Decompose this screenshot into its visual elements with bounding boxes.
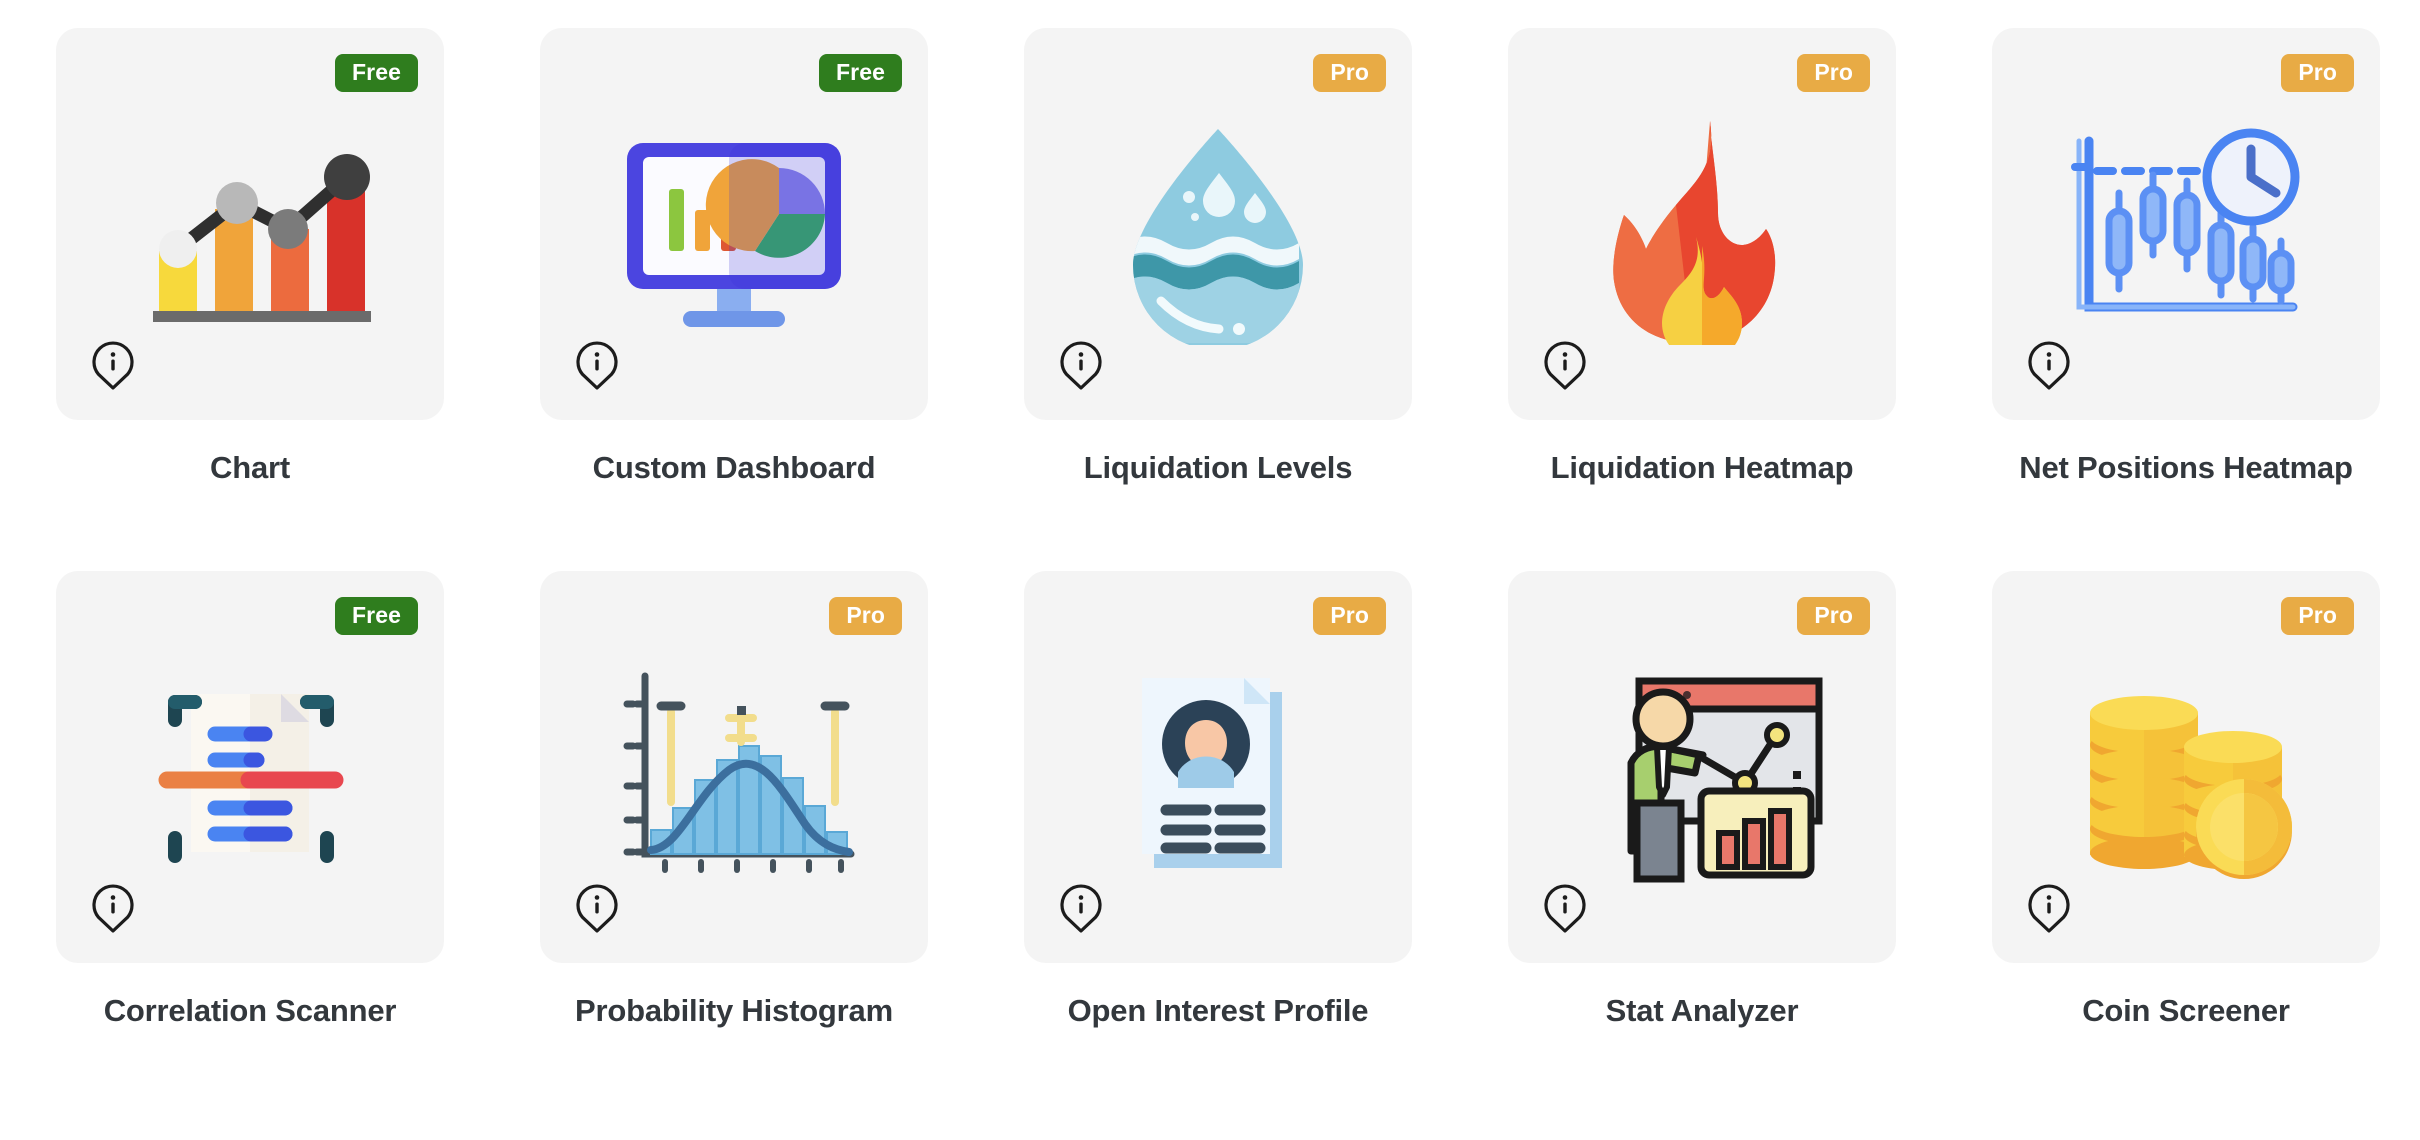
tool-title: Liquidation Heatmap: [1550, 450, 1854, 485]
badge-pro: Pro: [1797, 597, 1870, 635]
info-pin-icon[interactable]: [2026, 340, 2072, 390]
badge-pro: Pro: [2281, 597, 2354, 635]
badge-pro: Pro: [1313, 54, 1386, 92]
tool-title: Net Positions Heatmap: [2019, 450, 2353, 485]
water-droplet-icon: [1068, 105, 1368, 355]
badge-pro: Pro: [829, 597, 902, 635]
info-pin-icon[interactable]: [90, 883, 136, 933]
info-pin-icon[interactable]: [1542, 883, 1588, 933]
tool-cell: Pro Probability Histogram: [540, 571, 928, 1029]
profile-document-icon: [1068, 648, 1368, 898]
presenter-chart-icon: [1552, 648, 1852, 898]
badge-pro: Pro: [2281, 54, 2354, 92]
badge-pro: Pro: [1797, 54, 1870, 92]
info-pin-icon[interactable]: [574, 340, 620, 390]
info-pin-icon[interactable]: [1058, 883, 1104, 933]
tool-card[interactable]: Pro: [1508, 571, 1896, 963]
gold-coins-icon: [2036, 648, 2336, 898]
tool-card[interactable]: Pro: [1992, 28, 2380, 420]
candlestick-clock-icon: [2036, 105, 2336, 355]
info-pin-icon[interactable]: [574, 883, 620, 933]
tool-title: Chart: [210, 450, 290, 485]
tool-cell: Pro Net Positions Heatmap: [1992, 28, 2380, 486]
tool-card[interactable]: Pro: [1024, 28, 1412, 420]
document-scan-icon: [100, 648, 400, 898]
monitor-dashboard-icon: [584, 105, 884, 355]
tool-grid: Free Chart Free Custom Dashboard Pro Liq…: [0, 0, 2420, 1029]
tool-card[interactable]: Pro: [1024, 571, 1412, 963]
tool-title: Custom Dashboard: [592, 450, 876, 485]
tool-cell: Pro Open Interest Profile: [1024, 571, 1412, 1029]
tool-title: Open Interest Profile: [1067, 993, 1369, 1028]
info-pin-icon[interactable]: [2026, 883, 2072, 933]
tool-card[interactable]: Free: [540, 28, 928, 420]
tool-cell: Free Chart: [56, 28, 444, 486]
tool-card[interactable]: Pro: [1508, 28, 1896, 420]
tool-title: Coin Screener: [2082, 993, 2290, 1028]
info-pin-icon[interactable]: [90, 340, 136, 390]
tool-cell: Pro Liquidation Levels: [1024, 28, 1412, 486]
badge-free: Free: [819, 54, 902, 92]
badge-free: Free: [335, 597, 418, 635]
tool-card[interactable]: Free: [56, 28, 444, 420]
tool-cell: Pro Coin Screener: [1992, 571, 2380, 1029]
tool-title: Stat Analyzer: [1605, 993, 1799, 1028]
tool-cell: Free Custom Dashboard: [540, 28, 928, 486]
tool-card[interactable]: Free: [56, 571, 444, 963]
badge-free: Free: [335, 54, 418, 92]
tool-cell: Pro Stat Analyzer: [1508, 571, 1896, 1029]
tool-title: Probability Histogram: [575, 993, 893, 1028]
bell-curve-histogram-icon: [584, 648, 884, 898]
tool-cell: Free Correlation Scanner: [56, 571, 444, 1029]
tool-card[interactable]: Pro: [540, 571, 928, 963]
tool-cell: Pro Liquidation Heatmap: [1508, 28, 1896, 486]
info-pin-icon[interactable]: [1542, 340, 1588, 390]
info-pin-icon[interactable]: [1058, 340, 1104, 390]
tool-title: Correlation Scanner: [103, 993, 397, 1028]
flame-icon: [1552, 105, 1852, 355]
bar-chart-line-icon: [100, 105, 400, 355]
tool-card[interactable]: Pro: [1992, 571, 2380, 963]
badge-pro: Pro: [1313, 597, 1386, 635]
tool-title: Liquidation Levels: [1083, 450, 1353, 485]
